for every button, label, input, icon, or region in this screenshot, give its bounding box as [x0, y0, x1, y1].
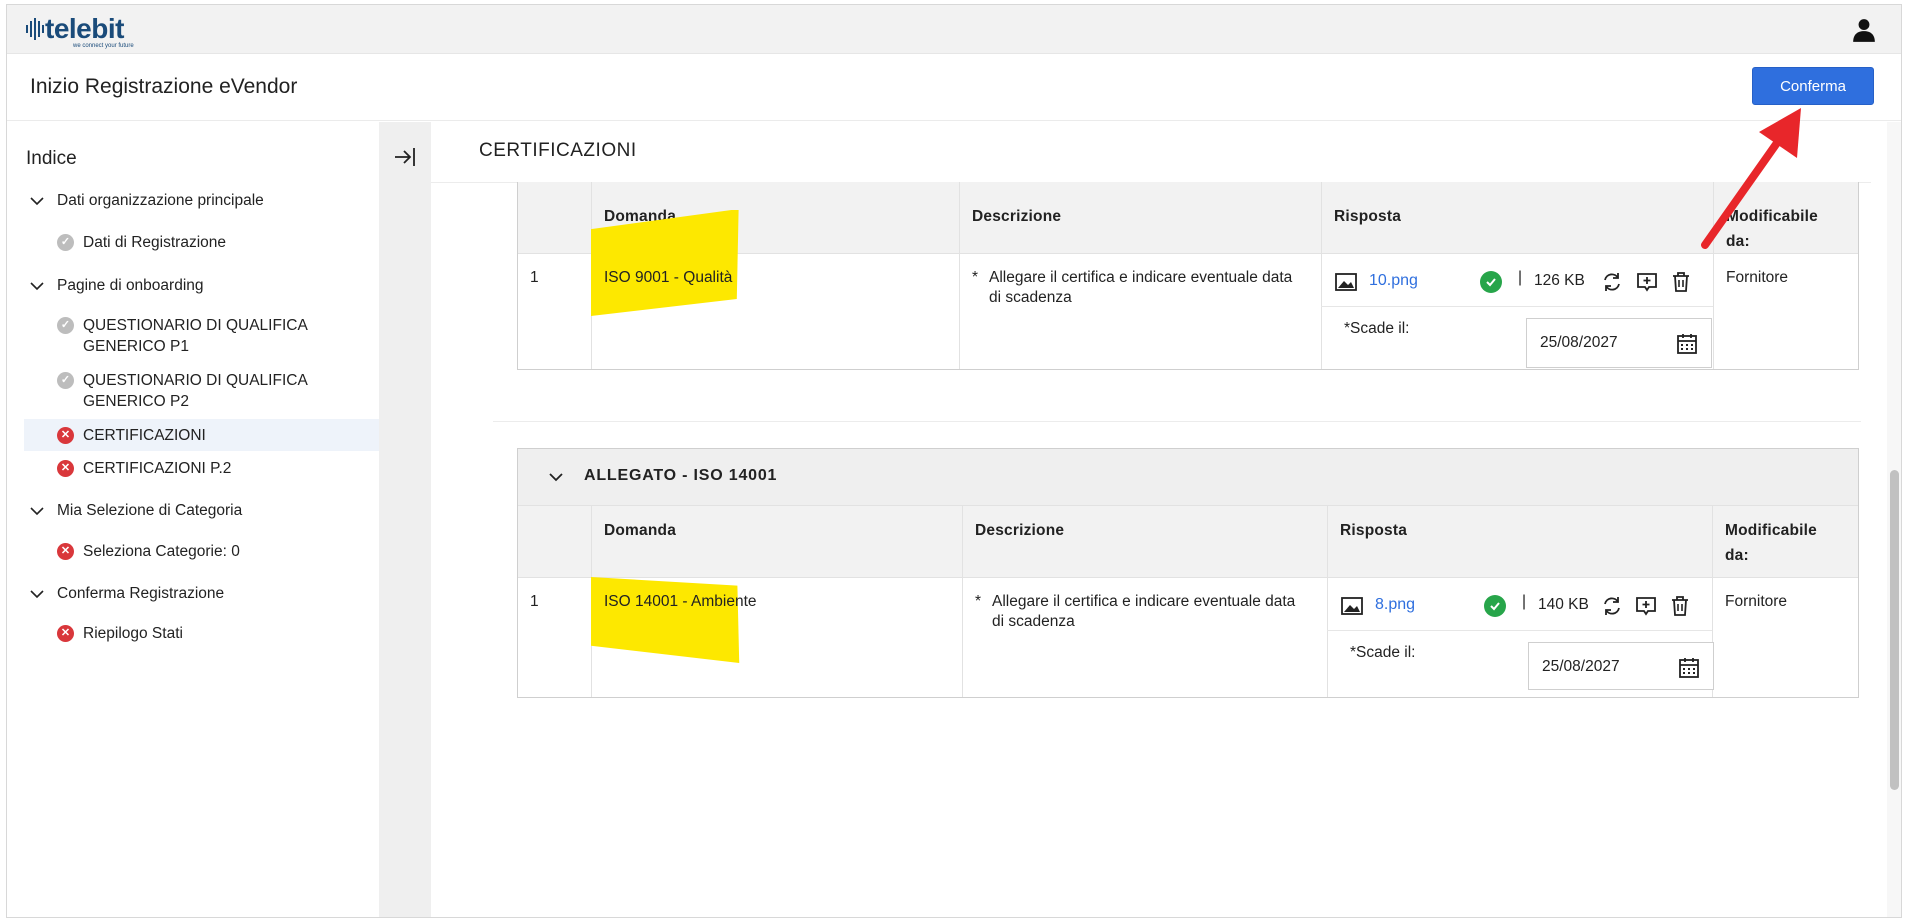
chevron-down-icon: [30, 590, 44, 599]
editable-by-value: Fornitore: [1726, 269, 1789, 286]
error-status-icon: ✕: [57, 625, 74, 642]
replace-icon[interactable]: [1600, 270, 1624, 294]
telebit-logo: telebit we connect your future: [25, 13, 145, 49]
expiry-label: *Scade il:: [1344, 320, 1410, 337]
column-header-risposta: Risposta: [1340, 522, 1408, 539]
row-index: 1: [530, 593, 539, 610]
separator: |: [1518, 269, 1523, 286]
complete-status-icon: ✓: [57, 372, 74, 389]
expiry-date-field[interactable]: 25/08/2027: [1526, 318, 1712, 368]
sidebar-item-questionario-p1[interactable]: ✓ QUESTIONARIO DI QUALIFICA GENERICO P1: [57, 315, 308, 357]
page-header: Inizio Registrazione eVendor Conferma: [7, 55, 1901, 121]
file-size: 126 KB: [1534, 272, 1585, 289]
chevron-down-icon: [30, 282, 44, 291]
main-content: CERTIFICAZIONI Domanda Descrizione Rispo…: [431, 122, 1901, 917]
main-scrollbar[interactable]: [1887, 122, 1901, 917]
editable-by-value: Fornitore: [1725, 593, 1788, 610]
attachment-link[interactable]: 8.png: [1375, 595, 1415, 615]
column-header-descrizione: Descrizione: [975, 522, 1065, 539]
page-title: Inizio Registrazione eVendor: [30, 75, 298, 98]
group-header-allegato-iso14001[interactable]: ALLEGATO - ISO 14001: [518, 449, 1858, 506]
sidebar-item-label: Dati di Registrazione: [83, 234, 227, 251]
separator: |: [1522, 593, 1527, 610]
error-status-icon: ✕: [57, 543, 74, 560]
trash-icon[interactable]: [1668, 594, 1692, 618]
description-text: Allegare il certifica e indicare eventua…: [992, 593, 1296, 630]
sidebar-item-riepilogo-stati[interactable]: ✕ Riepilogo Stati: [57, 623, 183, 644]
calendar-icon[interactable]: [1675, 332, 1699, 356]
column-header-domanda: Domanda: [604, 522, 677, 539]
sidebar-heading: Indice: [26, 148, 77, 169]
sidebar-item-certificazioni-p2[interactable]: ✕ CERTIFICAZIONI P.2: [57, 458, 231, 479]
sidebar-group-label: Mia Selezione di Categoria: [57, 502, 243, 519]
required-marker: *: [975, 593, 982, 610]
group-title: ALLEGATO - ISO 14001: [584, 467, 778, 484]
sidebar-group-selezione-categoria[interactable]: Mia Selezione di Categoria: [29, 502, 242, 520]
sidebar-item-certificazioni[interactable]: ✕ CERTIFICAZIONI: [24, 419, 379, 451]
annotation-arrow: [1701, 108, 1801, 249]
sidebar-group-dati-organizzazione[interactable]: Dati organizzazione principale: [29, 192, 264, 210]
brand-name: telebit: [45, 13, 124, 44]
sidebar-index: Indice Dati organizzazione principale ✓ …: [7, 122, 379, 917]
chevron-down-icon: [549, 473, 563, 482]
column-header-risposta: Risposta: [1334, 208, 1402, 225]
add-comment-icon[interactable]: [1635, 270, 1659, 294]
calendar-icon[interactable]: [1677, 656, 1701, 680]
question-text: ISO 14001 - Ambiente: [604, 593, 757, 610]
sidebar-group-pagine-onboarding[interactable]: Pagine di onboarding: [29, 277, 204, 295]
sidebar-item-label: Riepilogo Stati: [83, 625, 183, 642]
user-icon[interactable]: [1851, 17, 1877, 43]
image-file-icon: [1341, 597, 1363, 615]
sidebar-group-conferma-registrazione[interactable]: Conferma Registrazione: [29, 585, 224, 603]
required-marker: *: [972, 269, 979, 286]
trash-icon[interactable]: [1669, 270, 1693, 294]
highlight-marker: [591, 577, 740, 663]
collapse-panel-icon[interactable]: [392, 144, 418, 170]
logo-waves-icon: [26, 18, 44, 40]
sidebar-item-label: Seleziona Categorie: 0: [83, 543, 240, 560]
sidebar-item-label: QUESTIONARIO DI QUALIFICA GENERICO P1: [83, 317, 308, 355]
chevron-down-icon: [30, 197, 44, 206]
sidebar-item-label: CERTIFICAZIONI: [83, 426, 206, 444]
column-header-modificabile: Modificabile da:: [1725, 522, 1817, 564]
image-file-icon: [1335, 273, 1357, 291]
chevron-down-icon: [30, 507, 44, 516]
file-size: 140 KB: [1538, 596, 1589, 613]
expiry-date-value: 25/08/2027: [1542, 658, 1620, 675]
sidebar-item-dati-registrazione[interactable]: ✓ Dati di Registrazione: [57, 232, 226, 253]
sidebar-collapse-strip: [379, 122, 431, 917]
column-header-descrizione: Descrizione: [972, 208, 1062, 225]
check-circle-icon: [1484, 595, 1506, 617]
app-frame: telebit we connect your future Inizio Re…: [6, 4, 1902, 918]
row-index: 1: [530, 269, 539, 286]
complete-status-icon: ✓: [57, 317, 74, 334]
complete-status-icon: ✓: [57, 234, 74, 251]
table-header: Domanda Descrizione Risposta Modificabil…: [518, 506, 1858, 578]
check-circle-icon: [1480, 271, 1502, 293]
replace-icon[interactable]: [1600, 594, 1624, 618]
sidebar-item-questionario-p2[interactable]: ✓ QUESTIONARIO DI QUALIFICA GENERICO P2: [57, 370, 308, 412]
brand-tagline: we connect your future: [73, 43, 134, 49]
description-text: Allegare il certifica e indicare eventua…: [989, 269, 1293, 306]
expiry-date-value: 25/08/2027: [1540, 334, 1618, 351]
sidebar-item-seleziona-categorie[interactable]: ✕ Seleziona Categorie: 0: [57, 541, 240, 562]
sidebar-group-label: Pagine di onboarding: [57, 277, 204, 294]
section-title: CERTIFICAZIONI: [479, 140, 637, 161]
error-status-icon: ✕: [57, 426, 74, 444]
sidebar-item-label: QUESTIONARIO DI QUALIFICA GENERICO P2: [83, 372, 308, 410]
attachment-link[interactable]: 10.png: [1369, 271, 1418, 291]
scrollbar-thumb[interactable]: [1890, 470, 1899, 790]
top-bar: telebit we connect your future: [7, 5, 1901, 54]
certification-table-iso9001: Domanda Descrizione Risposta Modificabil…: [517, 182, 1859, 370]
add-comment-icon[interactable]: [1634, 594, 1658, 618]
error-status-icon: ✕: [57, 460, 74, 477]
certification-table-iso14001: ALLEGATO - ISO 14001 Domanda Descrizione…: [517, 448, 1859, 698]
sidebar-item-label: CERTIFICAZIONI P.2: [83, 460, 232, 477]
expiry-date-field[interactable]: 25/08/2027: [1528, 642, 1714, 690]
expiry-label: *Scade il:: [1350, 644, 1416, 661]
question-text: ISO 9001 - Qualità: [604, 269, 733, 286]
sidebar-group-label: Conferma Registrazione: [57, 585, 225, 602]
sidebar-group-label: Dati organizzazione principale: [57, 192, 264, 209]
